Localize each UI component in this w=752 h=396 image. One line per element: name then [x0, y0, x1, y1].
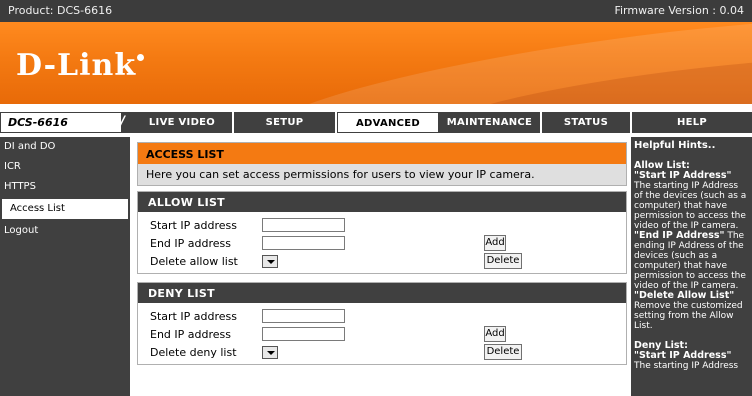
hints-allow-delete-text: Remove the customized setting from the A…	[634, 301, 743, 331]
allow-add-button[interactable]: Add	[484, 235, 506, 251]
deny-list-select[interactable]	[262, 346, 278, 359]
deny-end-ip-input[interactable]	[262, 327, 345, 341]
hints-allow-delete-term: "Delete Allow List"	[634, 290, 735, 301]
tab-live-video[interactable]: LIVE VIDEO	[132, 112, 234, 133]
firmware-version: Firmware Version : 0.04	[614, 4, 744, 17]
nav-spacer	[0, 104, 752, 112]
deny-list-section: DENY LIST Start IP address End IP addres…	[137, 282, 627, 365]
deny-start-ip-input[interactable]	[262, 309, 345, 323]
logo-dot	[137, 54, 145, 61]
tab-help[interactable]: HELP	[632, 112, 752, 133]
allow-start-ip-input[interactable]	[262, 218, 345, 232]
hints-title: Helpful Hints..	[634, 140, 716, 151]
hints-deny-block: Deny List: "Start IP Address" The starti…	[634, 341, 749, 372]
access-list-title: ACCESS LIST	[138, 143, 626, 164]
hints-allow-end-term: "End IP Address"	[634, 230, 725, 241]
helpful-hints-panel: Helpful Hints.. Allow List: "Start IP Ad…	[631, 137, 752, 396]
deny-end-label: End IP address	[150, 328, 231, 341]
hints-deny-start-term: "Start IP Address"	[634, 350, 732, 361]
tab-setup[interactable]: SETUP	[234, 112, 337, 133]
sidebar: DI and DO ICR HTTPS Access List Logout	[0, 137, 130, 396]
model-name: DCS-6616	[8, 116, 68, 129]
allow-list-title: ALLOW LIST	[138, 192, 626, 212]
sidebar-item-logout[interactable]: Logout	[0, 221, 130, 241]
allow-list-select[interactable]	[262, 255, 278, 268]
hints-allow-start-term: "Start IP Address"	[634, 170, 732, 181]
product-label: Product: DCS-6616	[8, 4, 113, 17]
deny-start-row: Start IP address	[138, 308, 626, 326]
model-slashes: ///	[109, 114, 125, 130]
allow-start-label: Start IP address	[150, 219, 237, 232]
logo-text: D-Link	[16, 48, 137, 83]
main-nav: DCS-6616 /// LIVE VIDEO SETUP ADVANCED M…	[0, 112, 752, 133]
deny-delete-label: Delete deny list	[150, 346, 237, 359]
sidebar-item-https[interactable]: HTTPS	[0, 177, 130, 197]
deny-delete-row: Delete deny list Delete	[138, 344, 626, 362]
main-content: ACCESS LIST Here you can set access perm…	[137, 142, 627, 365]
deny-delete-button[interactable]: Delete	[484, 344, 522, 360]
allow-end-row: End IP address Add	[138, 235, 626, 253]
allow-end-label: End IP address	[150, 237, 231, 250]
allow-start-row: Start IP address	[138, 217, 626, 235]
dlink-logo: D-Link	[16, 48, 145, 83]
deny-add-button[interactable]: Add	[484, 326, 506, 342]
tab-maintenance[interactable]: MAINTENANCE	[439, 112, 542, 133]
allow-delete-label: Delete allow list	[150, 255, 238, 268]
allow-delete-row: Delete allow list Delete	[138, 253, 626, 271]
hints-allow-start-text: The starting IP Address of the devices (…	[634, 181, 747, 231]
deny-list-title: DENY LIST	[138, 283, 626, 303]
brand-banner: D-Link	[0, 22, 752, 104]
allow-end-ip-input[interactable]	[262, 236, 345, 250]
hints-deny-start-text: The starting IP Address	[634, 361, 739, 371]
deny-start-label: Start IP address	[150, 310, 237, 323]
model-badge: DCS-6616 ///	[0, 112, 125, 133]
allow-delete-button[interactable]: Delete	[484, 253, 522, 269]
deny-end-row: End IP address Add	[138, 326, 626, 344]
access-list-description: Here you can set access permissions for …	[138, 164, 626, 185]
sidebar-item-di-do[interactable]: DI and DO	[0, 137, 130, 157]
tab-advanced[interactable]: ADVANCED	[337, 112, 439, 133]
top-info-bar: Product: DCS-6616 Firmware Version : 0.0…	[0, 0, 752, 22]
sidebar-item-access-list[interactable]: Access List	[2, 199, 128, 219]
tab-status[interactable]: STATUS	[542, 112, 632, 133]
access-list-section: ACCESS LIST Here you can set access perm…	[137, 142, 627, 186]
sidebar-item-icr[interactable]: ICR	[0, 157, 130, 177]
allow-list-section: ALLOW LIST Start IP address End IP addre…	[137, 191, 627, 274]
page: Product: DCS-6616 Firmware Version : 0.0…	[0, 0, 752, 396]
hints-allow-block: Allow List: "Start IP Address" The start…	[634, 161, 749, 332]
